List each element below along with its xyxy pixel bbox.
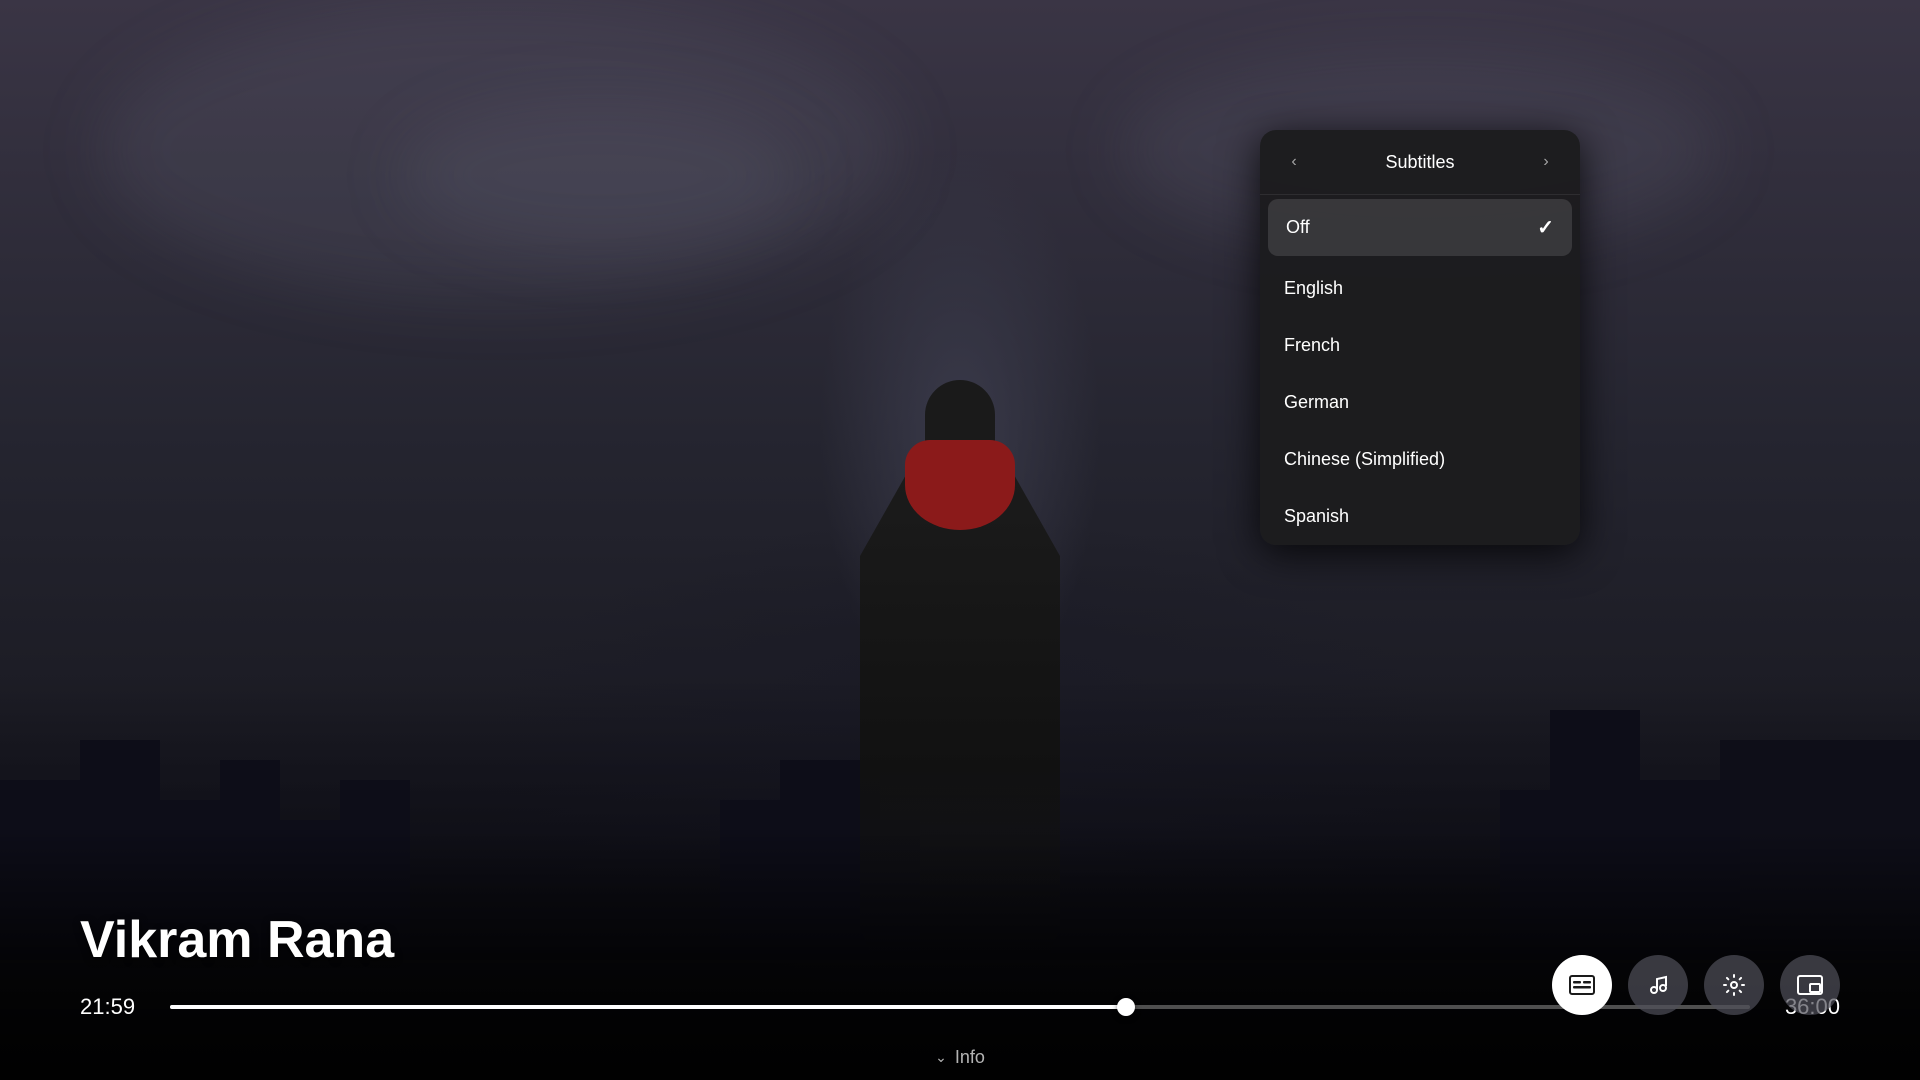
subtitle-option-chinese-simplified[interactable]: Chinese (Simplified): [1260, 431, 1580, 488]
subtitle-option-german-label: German: [1284, 392, 1349, 413]
subtitle-option-spanish[interactable]: Spanish: [1260, 488, 1580, 545]
time-current: 21:59: [80, 994, 150, 1020]
settings-button[interactable]: [1704, 955, 1764, 1015]
subtitle-option-german[interactable]: German: [1260, 374, 1580, 431]
subtitle-option-french[interactable]: French: [1260, 317, 1580, 374]
subtitle-option-english[interactable]: English: [1260, 260, 1580, 317]
subtitles-button[interactable]: [1552, 955, 1612, 1015]
music-icon: [1647, 974, 1669, 996]
progress-fill: [170, 1005, 1126, 1009]
progress-track[interactable]: [170, 1005, 1750, 1009]
red-scarf: [905, 440, 1015, 530]
subtitle-option-english-label: English: [1284, 278, 1343, 299]
subtitles-forward-arrow[interactable]: ›: [1532, 148, 1560, 176]
subtitles-header: ‹ Subtitles ›: [1260, 130, 1580, 195]
subtitle-option-off[interactable]: Off ✓: [1268, 199, 1572, 256]
cc-icon: [1569, 975, 1595, 995]
subtitle-option-spanish-label: Spanish: [1284, 506, 1349, 527]
subtitles-title: Subtitles: [1308, 152, 1532, 173]
subtitle-option-off-label: Off: [1286, 217, 1310, 238]
subtitles-panel: ‹ Subtitles › Off ✓ English French Germa…: [1260, 130, 1580, 545]
subtitle-option-french-label: French: [1284, 335, 1340, 356]
subtitle-off-checkmark: ✓: [1537, 215, 1554, 240]
subtitles-back-arrow[interactable]: ‹: [1280, 148, 1308, 176]
info-label: Info: [955, 1047, 985, 1068]
progress-thumb[interactable]: [1117, 998, 1135, 1016]
picture-in-picture-icon: [1797, 975, 1823, 995]
subtitle-option-chinese-label: Chinese (Simplified): [1284, 449, 1445, 470]
icon-buttons: [1552, 955, 1840, 1015]
audio-button[interactable]: [1628, 955, 1688, 1015]
pip-button[interactable]: [1780, 955, 1840, 1015]
info-bar[interactable]: ⌄ Info: [935, 1047, 985, 1068]
info-chevron-icon: ⌄: [935, 1049, 947, 1066]
gear-icon: [1722, 973, 1746, 997]
